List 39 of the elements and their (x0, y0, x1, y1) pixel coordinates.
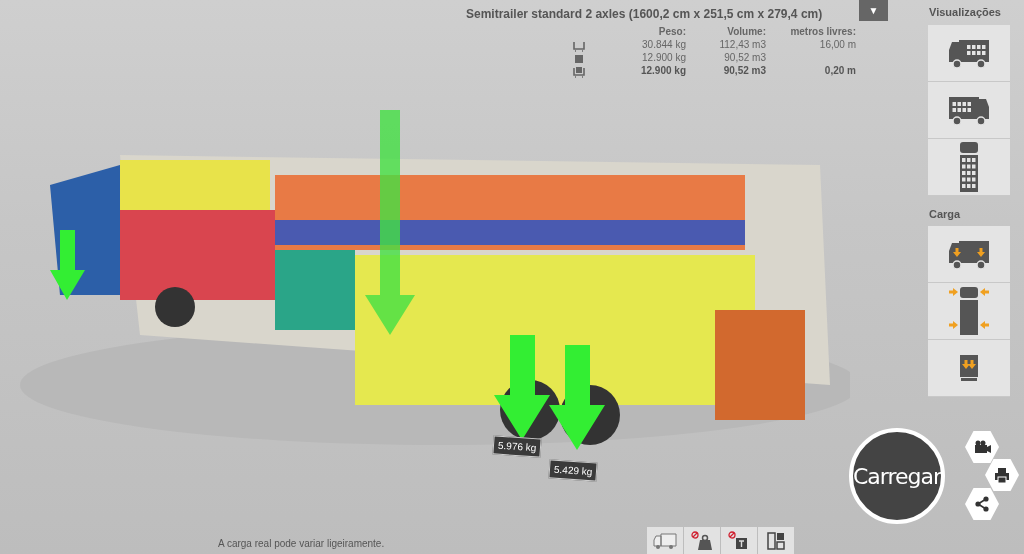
camera-icon (973, 438, 991, 456)
toolbar-button[interactable] (721, 527, 757, 554)
section-title: Carga (929, 206, 962, 222)
view-button[interactable] (928, 283, 1010, 340)
section-title: Visualizações (929, 5, 1002, 20)
view-button[interactable] (928, 81, 1010, 139)
table-cell-text: 112,43 m3 (718, 38, 766, 52)
view-button[interactable] (928, 226, 1010, 283)
toolbar-button[interactable] (758, 527, 794, 554)
column-header: Volume: (726, 26, 766, 39)
view-button[interactable] (928, 24, 1010, 82)
table-cell-text: 16,00 m (818, 38, 856, 52)
share-icon (973, 495, 991, 513)
table-cell-text: 0,20 m (823, 64, 856, 78)
toolbar-button[interactable] (684, 527, 720, 554)
load-button[interactable]: Carregar (849, 428, 945, 524)
trailer-icon (572, 64, 586, 78)
trailer-title: Semitrailer standard 2 axles (1600,2 cm x 251,5 cm x 279,4 cm) (466, 6, 824, 23)
truck-rear-icon (957, 353, 981, 383)
weight-icon (691, 530, 713, 551)
truck-outline-icon (652, 531, 678, 550)
printer-icon (993, 466, 1011, 484)
view-button[interactable] (928, 340, 1010, 397)
table-cell-text: 30.844 kg (641, 38, 686, 52)
table-cell-text: 12.900 kg (641, 51, 686, 65)
column-header: metros livres: (789, 26, 856, 39)
dropdown-button[interactable]: ▼ (859, 0, 888, 21)
table-cell-text: 90,52 m3 (723, 51, 766, 65)
weight-label: 5.976 kg (492, 435, 542, 458)
table-cell-text: 12.900 kg (639, 64, 686, 78)
view-button[interactable] (928, 138, 1010, 196)
truck-top-icon (949, 285, 989, 337)
table-cell-text: 90,52 m3 (722, 64, 766, 78)
disclaimer-text: A carga real pode variar ligeiramente. (218, 537, 385, 551)
layout-icon (767, 531, 785, 550)
column-header: Peso: (657, 26, 686, 39)
truck-top-icon (957, 141, 981, 192)
text-icon (728, 530, 750, 551)
weight-label: 5.429 kg (548, 459, 598, 482)
